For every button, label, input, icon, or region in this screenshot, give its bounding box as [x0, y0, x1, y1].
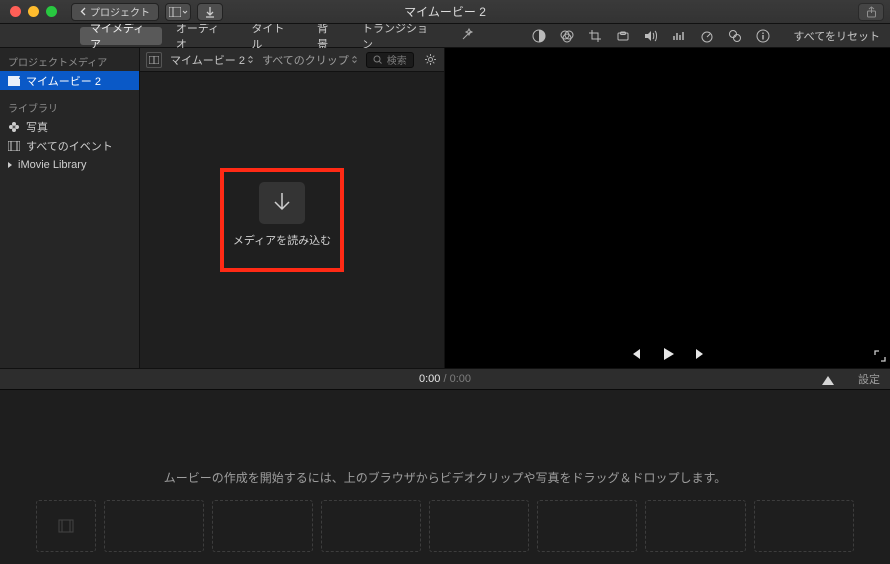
- updown-icon: [247, 55, 254, 64]
- reset-all-button[interactable]: すべてをリセット: [793, 28, 880, 44]
- search-icon: [373, 55, 382, 64]
- sidebar-item-all-events[interactable]: すべてのイベント: [0, 136, 139, 155]
- next-frame-button[interactable]: [694, 347, 708, 361]
- expand-icon: [874, 350, 886, 362]
- enhance-wand-icon[interactable]: [460, 28, 474, 42]
- fullscreen-button[interactable]: [874, 350, 886, 362]
- preview-viewer: [445, 48, 890, 368]
- timeline-clip-slot[interactable]: [212, 500, 312, 552]
- share-icon: [866, 6, 877, 18]
- tab-audio[interactable]: オーディオ: [166, 27, 237, 45]
- transport-controls: [628, 346, 708, 362]
- media-browser: マイムービー 2 すべてのクリップ 検索 メディアを読み込む: [140, 48, 445, 368]
- browser-project-name: マイムービー 2: [170, 52, 245, 68]
- info-icon[interactable]: [755, 28, 771, 44]
- browser-settings-button[interactable]: [422, 52, 438, 68]
- back-to-projects-button[interactable]: プロジェクト: [71, 3, 159, 21]
- timeline-clip-slot[interactable]: [321, 500, 421, 552]
- zoom-slider-thumb[interactable]: [822, 376, 834, 385]
- photos-flower-icon: [8, 121, 20, 133]
- sidebar-item-label: すべてのイベント: [26, 138, 113, 154]
- film-icon: [58, 519, 74, 533]
- updown-icon: [351, 55, 358, 64]
- window-titlebar: プロジェクト マイムービー 2: [0, 0, 890, 24]
- fullscreen-window-button[interactable]: [46, 6, 57, 17]
- timeline-placeholders: [0, 500, 890, 552]
- search-placeholder: 検索: [387, 52, 407, 67]
- tab-title[interactable]: タイトル: [241, 27, 303, 45]
- tab-mymedia[interactable]: マイメディア: [80, 27, 162, 45]
- skip-back-icon: [628, 347, 642, 361]
- timeline-clip-slot[interactable]: [645, 500, 745, 552]
- sidebar-item-photos[interactable]: 写真: [0, 117, 139, 136]
- disclosure-triangle-icon[interactable]: [6, 161, 14, 169]
- import-media-label: メディアを読み込む: [224, 232, 340, 248]
- sidebar-item-label: iMovie Library: [18, 159, 86, 171]
- tab-background[interactable]: 背景: [307, 27, 348, 45]
- sidebar-item-imovie-library[interactable]: iMovie Library: [0, 155, 139, 174]
- download-arrow-icon: [271, 191, 293, 215]
- window-traffic-lights: [0, 6, 57, 17]
- timeline-settings-button[interactable]: 設定: [858, 371, 880, 387]
- library-sidebar: プロジェクトメディア マイムービー 2 ライブラリ 写真 すべてのイベント iM…: [0, 48, 140, 368]
- timeline-empty-hint: ムービーの作成を開始するには、上のブラウザからビデオクリップや写真をドラッグ＆ド…: [164, 469, 727, 486]
- chevron-left-icon: [80, 7, 86, 16]
- chevron-down-icon: [182, 10, 188, 14]
- timeline-clip-slot[interactable]: [36, 500, 96, 552]
- sidebar-item-label: マイムービー 2: [26, 73, 101, 89]
- editor-main: プロジェクトメディア マイムービー 2 ライブラリ 写真 すべてのイベント iM…: [0, 48, 890, 368]
- import-down-arrow-icon: [205, 6, 215, 18]
- back-label: プロジェクト: [90, 4, 150, 19]
- timeline-clip-slot[interactable]: [754, 500, 854, 552]
- time-total: 0:00: [450, 373, 471, 385]
- color-correction-icon[interactable]: [559, 28, 575, 44]
- clip-filter-label: すべてのクリップ: [262, 52, 349, 68]
- sidebar-section-library: ライブラリ: [0, 96, 139, 117]
- noise-reduction-icon[interactable]: [671, 28, 687, 44]
- time-display: 0:00 / 0:00: [419, 373, 471, 385]
- sidebar-section-project: プロジェクトメディア: [0, 50, 139, 71]
- timeline-clip-slot[interactable]: [104, 500, 204, 552]
- media-tabs: マイメディア オーディオ タイトル 背景 トランジション: [0, 24, 445, 47]
- speed-icon[interactable]: [699, 28, 715, 44]
- browser-toolbar: マイムービー 2 すべてのクリップ 検索: [140, 48, 444, 72]
- close-window-button[interactable]: [10, 6, 21, 17]
- stabilization-icon[interactable]: [615, 28, 631, 44]
- volume-icon[interactable]: [643, 28, 659, 44]
- time-current: 0:00: [419, 373, 440, 385]
- gear-icon: [424, 53, 437, 66]
- clip-filter-icon[interactable]: [727, 28, 743, 44]
- timeline-clip-slot[interactable]: [537, 500, 637, 552]
- tab-transition[interactable]: トランジション: [352, 27, 445, 45]
- filmstrip-toggle-button[interactable]: [146, 52, 162, 68]
- import-media-button[interactable]: [197, 3, 223, 21]
- search-input[interactable]: 検索: [366, 52, 414, 68]
- skip-forward-icon: [694, 347, 708, 361]
- library-icon: [169, 7, 181, 17]
- tab-bar: マイメディア オーディオ タイトル 背景 トランジション: [0, 24, 890, 48]
- crop-icon[interactable]: [587, 28, 603, 44]
- filmstrip-icon: [149, 56, 159, 64]
- window-title: マイムービー 2: [404, 3, 486, 20]
- play-icon: [660, 346, 676, 362]
- play-button[interactable]: [660, 346, 676, 362]
- timeline-clip-slot[interactable]: [429, 500, 529, 552]
- toolbar-left-buttons: プロジェクト: [71, 3, 223, 21]
- color-balance-icon[interactable]: [531, 28, 547, 44]
- sidebar-item-current-project[interactable]: マイムービー 2: [0, 71, 139, 90]
- film-strip-icon: [8, 141, 20, 151]
- prev-frame-button[interactable]: [628, 347, 642, 361]
- browser-project-dropdown[interactable]: マイムービー 2: [170, 52, 254, 68]
- sidebar-item-label: 写真: [26, 119, 48, 135]
- clip-filter-dropdown[interactable]: すべてのクリップ: [262, 52, 358, 68]
- clapperboard-icon: [8, 76, 20, 86]
- import-media-callout: メディアを読み込む: [220, 168, 344, 272]
- minimize-window-button[interactable]: [28, 6, 39, 17]
- timeline-toolbar: 0:00 / 0:00 設定: [0, 368, 890, 390]
- import-media-tile[interactable]: [259, 182, 305, 224]
- timeline-area[interactable]: ムービーの作成を開始するには、上のブラウザからビデオクリップや写真をドラッグ＆ド…: [0, 390, 890, 564]
- share-button[interactable]: [858, 3, 884, 21]
- inspector-tools: すべてをリセット: [445, 24, 890, 47]
- library-view-button[interactable]: [165, 3, 191, 21]
